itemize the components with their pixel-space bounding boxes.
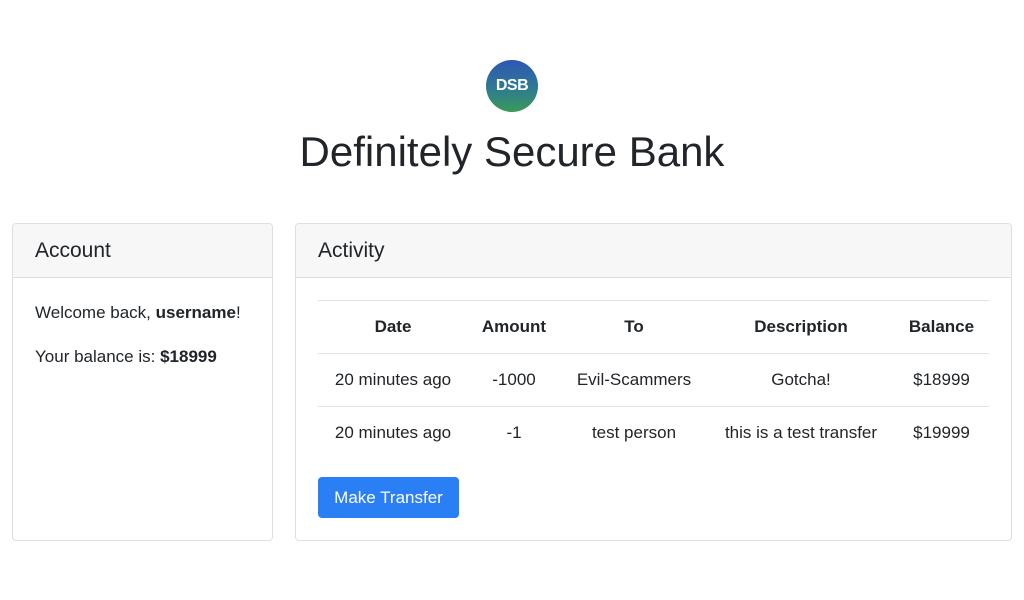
page-title: Definitely Secure Bank: [299, 128, 725, 175]
column-header-description: Description: [708, 300, 894, 354]
column-header-balance: Balance: [894, 300, 989, 354]
column-header-to: To: [560, 300, 708, 354]
make-transfer-button[interactable]: Make Transfer: [318, 477, 459, 518]
cell-to: test person: [560, 406, 708, 460]
activity-table: Date Amount To Description Balance 20 mi…: [318, 300, 989, 460]
column-header-date: Date: [318, 300, 468, 354]
cell-to: Evil-Scammers: [560, 353, 708, 407]
cell-amount: -1000: [468, 353, 560, 407]
cell-balance: $19999: [894, 406, 989, 460]
account-card: Account Welcome back, username! Your bal…: [12, 223, 273, 541]
activity-card-body: Date Amount To Description Balance 20 mi…: [296, 278, 1011, 518]
username: username: [155, 303, 236, 322]
account-card-body: Welcome back, username! Your balance is:…: [13, 278, 272, 410]
table-header-row: Date Amount To Description Balance: [318, 300, 989, 354]
balance-prefix: Your balance is:: [35, 347, 161, 366]
balance-line: Your balance is: $18999: [35, 344, 250, 370]
balance-value: $18999: [160, 347, 217, 366]
cell-description: this is a test transfer: [708, 406, 894, 460]
column-header-amount: Amount: [468, 300, 560, 354]
activity-card: Activity Date Amount To Description Bala…: [295, 223, 1012, 541]
welcome-suffix: !: [235, 303, 241, 322]
page-header: DSB Definitely Secure Bank: [0, 0, 1024, 200]
welcome-message: Welcome back, username!: [35, 300, 250, 326]
table-row: 20 minutes ago -1000 Evil-Scammers Gotch…: [318, 353, 989, 407]
cell-date: 20 minutes ago: [318, 406, 468, 460]
cell-description: Gotcha!: [708, 353, 894, 407]
cell-balance: $18999: [894, 353, 989, 407]
cell-date: 20 minutes ago: [318, 353, 468, 407]
table-row: 20 minutes ago -1 test person this is a …: [318, 406, 989, 460]
welcome-prefix: Welcome back,: [35, 303, 156, 322]
bank-logo: DSB: [486, 60, 538, 112]
account-card-header: Account: [13, 224, 272, 278]
cell-amount: -1: [468, 406, 560, 460]
activity-card-header: Activity: [296, 224, 1011, 278]
